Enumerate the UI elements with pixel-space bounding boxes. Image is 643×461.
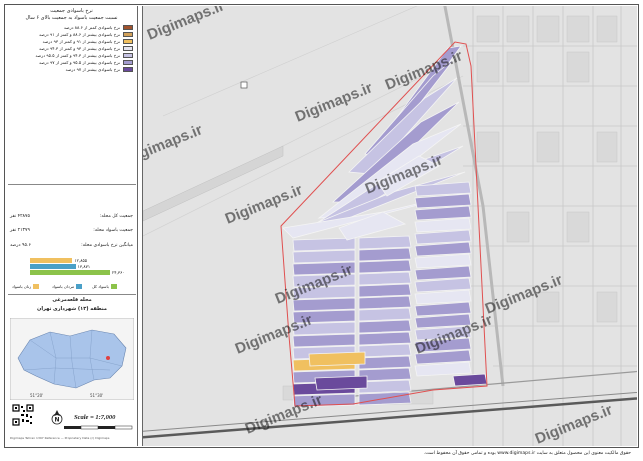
legend-class-5: نرخ باسوادی بیشتر از ۹۵.۵ و کمتر از ۹۷ د… — [6, 59, 133, 66]
north-arrow-icon: N — [51, 410, 63, 425]
qr-code — [12, 404, 34, 426]
block-mid-5 — [358, 295, 412, 310]
block-east-2 — [414, 205, 472, 221]
block-mid-7 — [358, 319, 412, 334]
rate-label: میانگین نرخ باسوادی محله: — [81, 243, 133, 248]
block-east-6 — [414, 253, 472, 269]
legend-swatch — [123, 46, 133, 51]
block-east-7 — [414, 265, 472, 281]
legend-class-label: نرخ باسوادی بیشتر از ۹۴.۳ و کمتر از ۹۵.۵… — [35, 53, 120, 58]
literate-pop-label: جمعیت باسواد محله: — [93, 228, 133, 233]
bar-1 — [30, 264, 76, 269]
airport-icon — [240, 81, 248, 89]
block-mid-10 — [358, 355, 412, 370]
legend-class-label: نرخ باسوادی بیشتر از ۹۱ و کمتر از ۹۳ درص… — [42, 39, 120, 44]
bar-2 — [30, 270, 110, 275]
map-svg — [143, 6, 637, 446]
bar-0 — [30, 258, 73, 263]
legend-class-6: نرخ باسوادی بیشتر از ۹۷ درصد — [6, 66, 133, 73]
footer-copyright: حقوق مالکیت معنوی این محصول متعلق به سای… — [423, 451, 631, 456]
legend-swatch — [123, 39, 133, 44]
svg-text:N: N — [55, 417, 60, 424]
block-mid-2 — [358, 259, 412, 274]
legend-class-1: نرخ باسوادی بیشتر از ۸۸.۶ و کمتر از ۹۱ د… — [6, 31, 133, 38]
block-east-10 — [414, 301, 472, 317]
block-east-3 — [414, 217, 472, 233]
locator-title: محله قلعه‌مرغی — [52, 297, 92, 303]
legend-class-list: نرخ باسوادی کمتر از ۸۸.۶ درصد نرخ باسوادی… — [6, 24, 137, 73]
legend-swatch — [123, 60, 133, 65]
block-east-1 — [414, 193, 472, 209]
legend-subtitle: نسبت جمعیت باسواد به جمعیت بالای ۶ سال — [25, 15, 118, 21]
credit-text: Digimaps Tehran 1397 Reference — Proprie… — [10, 436, 110, 440]
block-highlight-yellow — [308, 351, 366, 367]
legend-class-0: نرخ باسوادی کمتر از ۸۸.۶ درصد — [6, 24, 133, 31]
scale-text: Scale = 1:7,000 — [74, 414, 116, 421]
legend-class-label: نرخ باسوادی بیشتر از ۹۷ درصد — [65, 67, 120, 72]
block-east-5 — [414, 241, 472, 257]
legend-class-label: نرخ باسوادی بیشتر از ۹۵.۵ و کمتر از ۹۷ د… — [39, 60, 120, 65]
svg-text:51°20': 51°20' — [30, 393, 43, 398]
bar-label-1: ۱۳,۸۷۱ — [77, 264, 91, 269]
svg-text:51°30': 51°30' — [90, 393, 103, 398]
rate-value: ۹۵.۶ درصد — [10, 243, 31, 248]
legend-class-label: نرخ باسوادی کمتر از ۸۸.۶ درصد — [63, 25, 120, 30]
literate-pop-value: ۲۱۳۷۹ نفر — [10, 228, 30, 233]
bar-label-2: ۲۴,۳۶۰ — [112, 270, 125, 275]
block-west-5 — [292, 297, 356, 312]
map-canvas[interactable]: Digimaps.ir Digimaps.ir Digimaps.ir Digimap… — [142, 6, 637, 446]
legend-class-3: نرخ باسوادی بیشتر از ۹۳ و کمتر از ۹۴.۳ د… — [6, 45, 133, 52]
legend-swatch — [123, 67, 133, 72]
bar-label-0: ۱۲,۸۵۵ — [74, 258, 87, 263]
legend-class-label: نرخ باسوادی بیشتر از ۸۸.۶ و کمتر از ۹۱ د… — [39, 32, 120, 37]
locator-subtitle: منطقه (۱۳) شهرداری تهران — [37, 306, 107, 312]
block-east-4 — [414, 229, 472, 245]
block-mid-6 — [358, 307, 412, 322]
block-mid-9 — [358, 343, 412, 358]
block-mid-1 — [358, 247, 412, 262]
block-mid-4 — [358, 283, 412, 298]
bar-key-1: مردان باسواد — [52, 284, 83, 289]
block-east-15 — [414, 361, 472, 377]
locator-map: 51°20' 51°30' — [10, 318, 134, 400]
legend-class-4: نرخ باسوادی بیشتر از ۹۴.۳ و کمتر از ۹۵.۵… — [6, 52, 133, 59]
block-mid-0 — [358, 235, 412, 250]
legend-class-label: نرخ باسوادی بیشتر از ۹۳ و کمتر از ۹۴.۳ د… — [39, 46, 120, 51]
bar-key-2: باسواد کل — [92, 284, 117, 289]
block-west-0 — [292, 237, 356, 252]
legend-swatch — [123, 32, 133, 37]
legend-swatch — [123, 25, 133, 30]
block-west-8 — [292, 333, 356, 348]
block-mid-3 — [358, 271, 412, 286]
block-east-8 — [414, 277, 472, 293]
bar-key-0: زنان باسواد — [12, 284, 40, 289]
block-west-1 — [292, 249, 356, 264]
total-pop-label: جمعیت کل محله: — [99, 214, 133, 219]
legend-swatch — [123, 53, 133, 58]
block-dark-1 — [314, 375, 368, 391]
block-dark-2 — [452, 373, 488, 387]
block-east-9 — [414, 289, 472, 305]
total-pop-value: ۴۲۸۷۵ نفر — [10, 214, 30, 219]
legend-title: نرخ باسوادی جمعیت — [50, 8, 93, 14]
block-mid-8 — [358, 331, 412, 346]
scale-bar — [64, 425, 133, 430]
legend-panel: نرخ باسوادی جمعیت نسبت جمعیت باسواد به ج… — [6, 6, 138, 446]
legend-class-2: نرخ باسوادی بیشتر از ۹۱ و کمتر از ۹۳ درص… — [6, 38, 133, 45]
